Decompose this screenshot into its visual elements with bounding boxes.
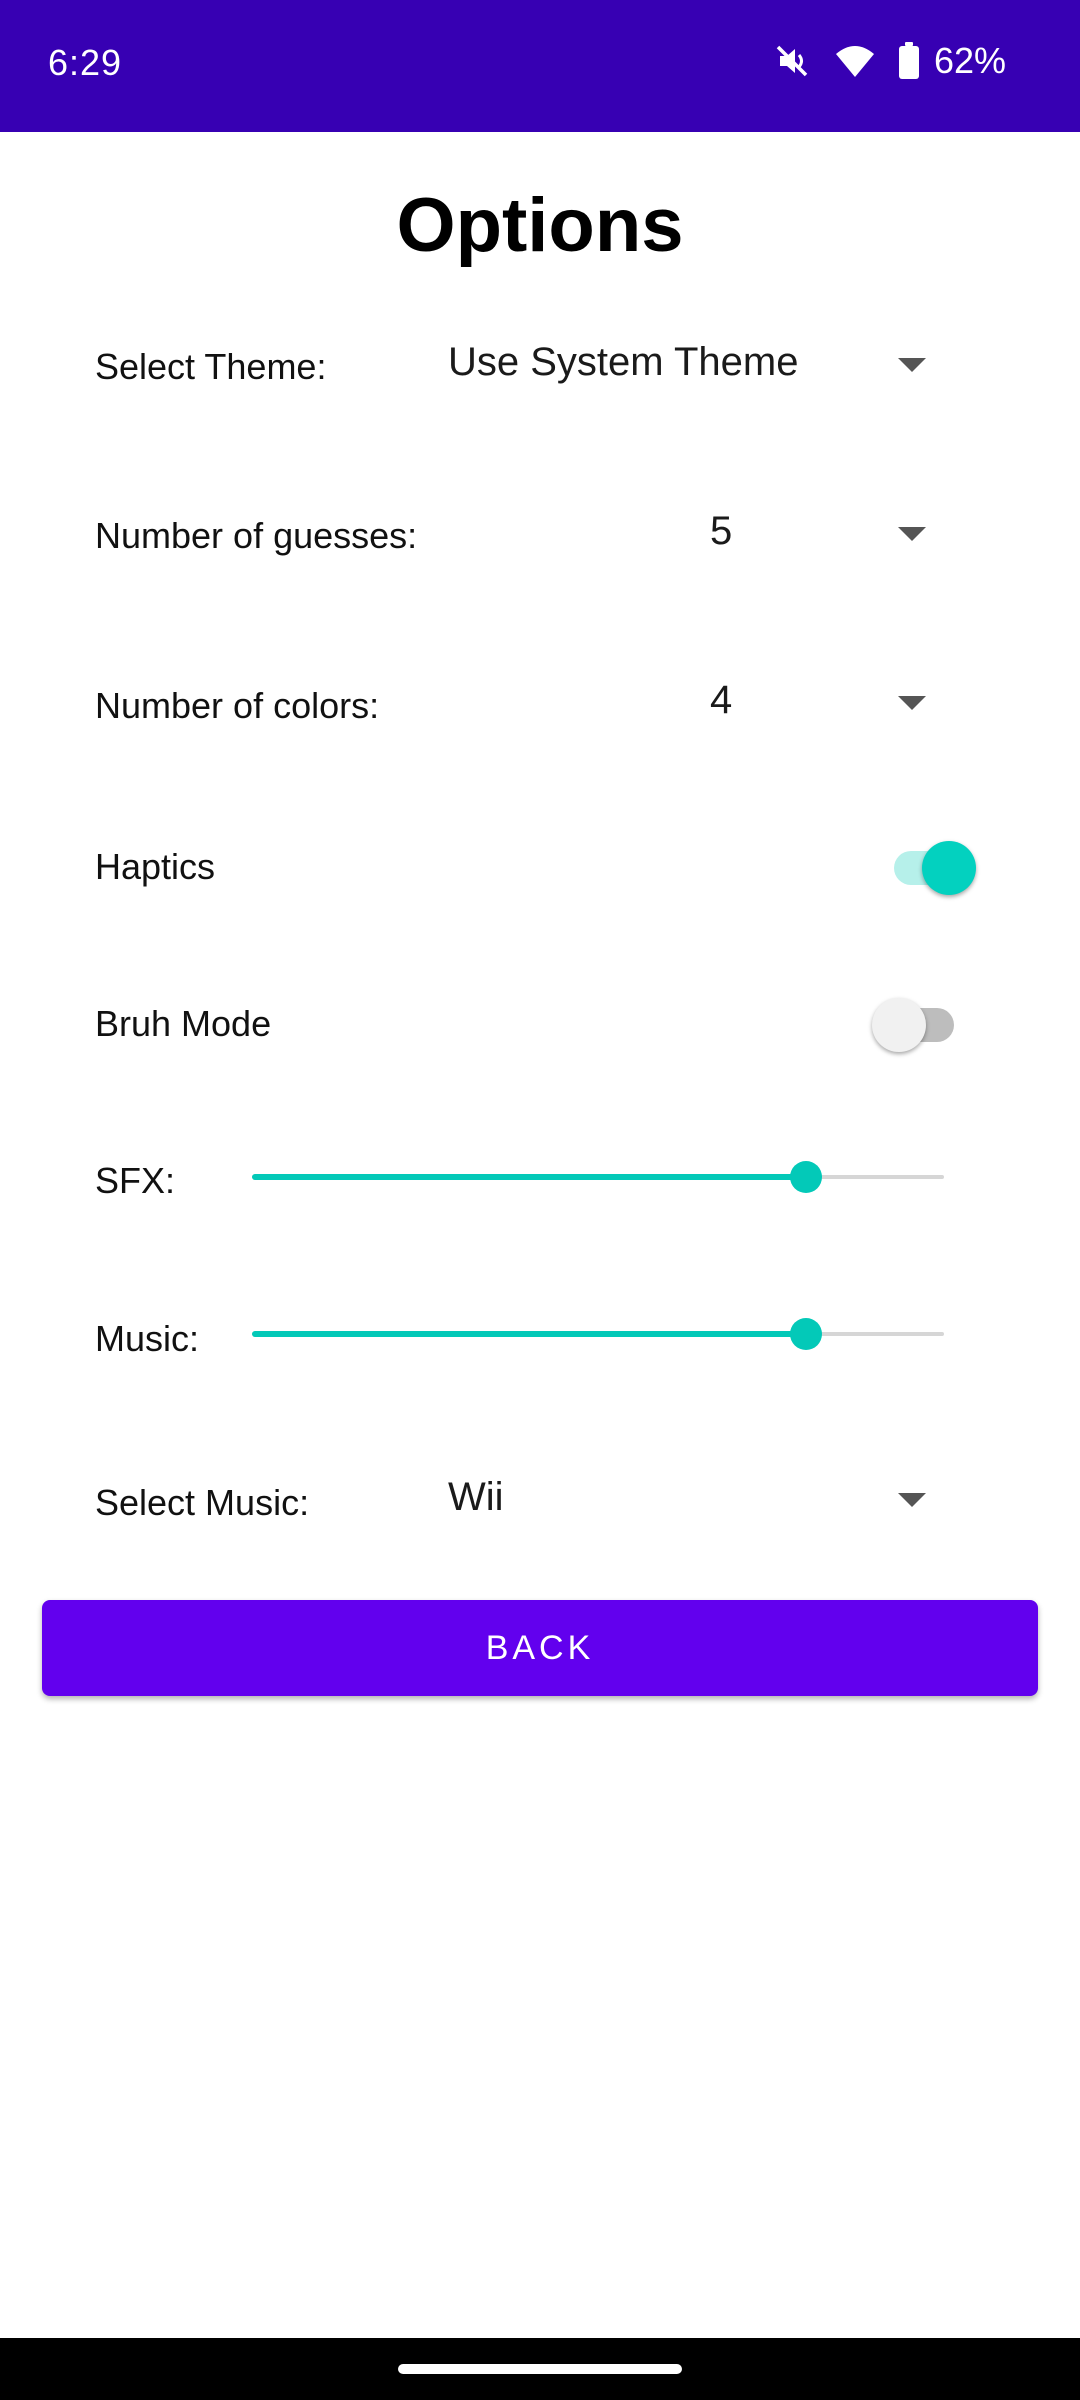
- music-label: Music:: [95, 1318, 200, 1359]
- page-title: Options: [396, 183, 684, 268]
- navigation-bar: [0, 2338, 1080, 2400]
- theme-dropdown[interactable]: Use System Theme: [420, 326, 960, 406]
- bruh-mode-toggle[interactable]: [872, 992, 962, 1052]
- toggle-thumb: [922, 841, 976, 895]
- chevron-down-icon: [898, 696, 926, 710]
- status-time: 6:29: [48, 42, 123, 83]
- slider-fill: [252, 1174, 806, 1180]
- slider-fill: [252, 1331, 806, 1337]
- sfx-slider[interactable]: [252, 1157, 944, 1197]
- haptics-label: Haptics: [95, 846, 216, 887]
- music-slider[interactable]: [252, 1314, 944, 1354]
- bruh-mode-label: Bruh Mode: [95, 1003, 272, 1044]
- chevron-down-icon: [898, 1493, 926, 1507]
- wifi-icon: [834, 43, 876, 79]
- colors-value: 4: [710, 678, 733, 722]
- guesses-dropdown[interactable]: 5: [420, 495, 960, 575]
- chevron-down-icon: [898, 527, 926, 541]
- theme-label: Select Theme:: [95, 346, 327, 387]
- select-music-label: Select Music:: [95, 1482, 310, 1523]
- back-button[interactable]: BACK: [42, 1600, 1038, 1696]
- guesses-label: Number of guesses:: [95, 515, 418, 556]
- status-bar: 6:29 62%: [0, 0, 1080, 132]
- toggle-thumb: [872, 998, 926, 1052]
- theme-value: Use System Theme: [448, 340, 799, 384]
- chevron-down-icon: [898, 358, 926, 372]
- battery-percent: 62%: [933, 40, 1006, 81]
- mute-icon: [772, 41, 812, 81]
- battery-icon: [898, 42, 920, 80]
- sfx-label: SFX:: [95, 1160, 176, 1201]
- status-icons: 62%: [772, 40, 1006, 82]
- colors-label: Number of colors:: [95, 685, 380, 726]
- music-value: Wii: [448, 1475, 504, 1519]
- slider-thumb[interactable]: [789, 1161, 822, 1193]
- colors-dropdown[interactable]: 4: [420, 664, 960, 744]
- music-dropdown[interactable]: Wii: [420, 1461, 960, 1541]
- haptics-toggle[interactable]: [888, 835, 978, 895]
- home-indicator[interactable]: [398, 2364, 682, 2374]
- slider-thumb[interactable]: [789, 1318, 822, 1350]
- guesses-value: 5: [710, 509, 733, 553]
